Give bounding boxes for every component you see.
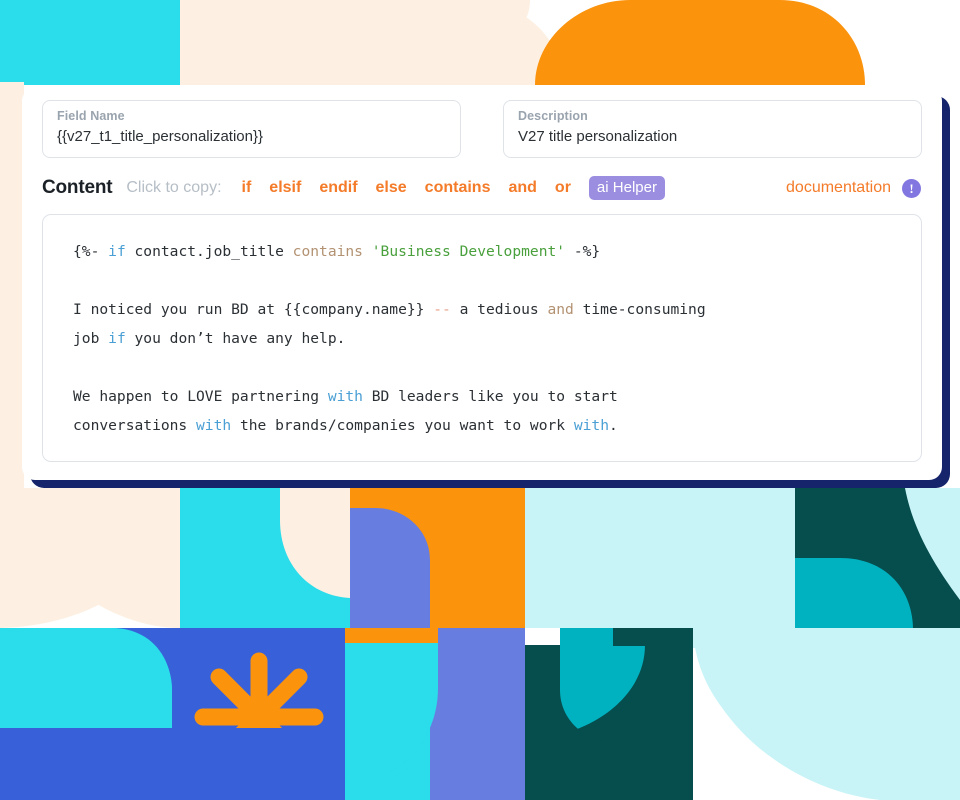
code-token: . (609, 417, 618, 434)
code-token: BD leaders like you to start (362, 388, 618, 405)
code-token: {%- (73, 243, 109, 260)
code-content: {%- if contact.job_title contains 'Busin… (43, 215, 921, 440)
code-token: you don’t have any help. (125, 330, 346, 347)
code-token: time-consuming (573, 301, 706, 318)
code-token: job (73, 330, 109, 347)
info-icon[interactable]: ! (902, 178, 921, 198)
code-token: if (108, 330, 126, 347)
field-name-input[interactable]: Field Name {{v27_t1_title_personalizatio… (42, 100, 461, 158)
field-row: Field Name {{v27_t1_title_personalizatio… (22, 88, 942, 158)
description-label: Description (518, 109, 588, 123)
code-token: I noticed you run BD at {{company.name}} (73, 301, 434, 318)
code-token: -%} (573, 243, 601, 260)
code-line: conversations with the brands/companies … (73, 411, 921, 440)
field-name-label: Field Name (57, 109, 125, 123)
toolbar-right: documentation ! (786, 178, 922, 198)
description-value: V27 title personalization (518, 128, 678, 145)
code-line: We happen to LOVE partnering with BD lea… (73, 382, 921, 411)
chip-and[interactable]: and (499, 179, 545, 197)
code-token: and (547, 301, 574, 318)
chip-else[interactable]: else (367, 179, 416, 197)
code-token: conversations (73, 417, 197, 434)
chip-contains[interactable]: contains (416, 179, 500, 197)
chip-if[interactable]: if (233, 179, 261, 197)
chip-endif[interactable]: endif (310, 179, 366, 197)
chip-or[interactable]: or (546, 179, 580, 197)
code-token: with (327, 388, 363, 405)
content-title: Content (42, 177, 113, 198)
copy-chip-list: if elsif endif else contains and or ai Helper (233, 176, 665, 200)
code-line: {%- if contact.job_title contains 'Busin… (73, 237, 921, 266)
code-token: with (573, 417, 609, 434)
code-line: I noticed you run BD at {{company.name}}… (73, 295, 921, 324)
content-toolbar: Content Click to copy: if elsif endif else c… (22, 158, 942, 200)
code-token: -- (433, 301, 451, 318)
chip-ai-helper[interactable]: ai Helper (588, 176, 665, 200)
click-to-copy-hint: Click to copy: (126, 179, 222, 196)
code-token: the brands/companies you want to work (231, 417, 574, 434)
code-token: We happen to LOVE partnering (73, 388, 328, 405)
code-token: 'Business Development' (371, 243, 566, 260)
chip-elsif[interactable]: elsif (260, 179, 310, 197)
code-token: contact.job_title (125, 243, 293, 260)
code-editor[interactable]: {%- if contact.job_title contains 'Busin… (42, 214, 922, 462)
code-token: contains (292, 243, 363, 260)
description-input[interactable]: Description V27 title personalization (503, 100, 922, 158)
code-token: with (196, 417, 232, 434)
code-token: if (108, 243, 126, 260)
code-line: job if you don’t have any help. (73, 324, 921, 353)
template-editor-card: Field Name {{v27_t1_title_personalizatio… (22, 88, 942, 480)
documentation-link[interactable]: documentation (786, 179, 891, 197)
field-name-value: {{v27_t1_title_personalization}} (57, 128, 264, 145)
code-token: a tedious (450, 301, 548, 318)
